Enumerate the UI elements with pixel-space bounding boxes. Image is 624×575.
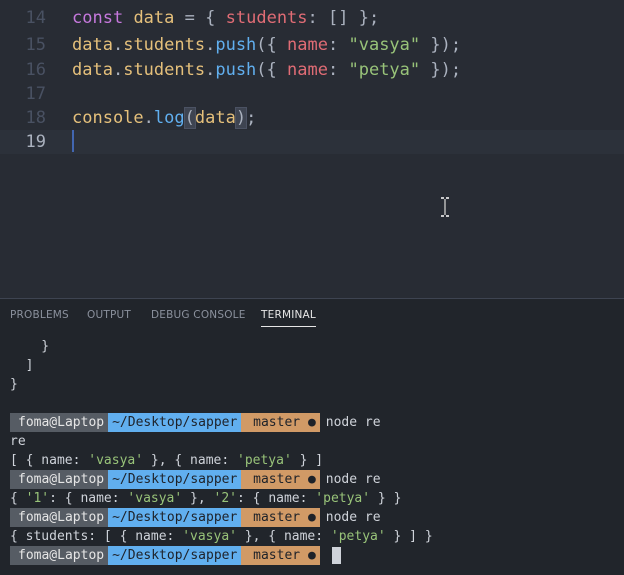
dirty-indicator: ● xyxy=(307,548,316,563)
line-number: 17 xyxy=(25,84,46,104)
terminal-prompt: foma@Laptop ~/Desktop/sapper master ● node… xyxy=(10,413,381,432)
line-number: 19 xyxy=(25,132,46,152)
code-text: data.students.push({ name: "petya" }); xyxy=(72,60,462,80)
dirty-indicator: ● xyxy=(307,472,316,487)
dirty-indicator: ● xyxy=(307,510,316,525)
line-number: 15 xyxy=(25,35,46,55)
code-text: const data = { students: [] }; xyxy=(72,8,380,28)
terminal-output-text: { '1': { name: 'vasya' }, '2': { name: '… xyxy=(10,491,402,506)
terminal-command: node re xyxy=(325,510,381,525)
terminal-output: [ { name: 'vasya' }, { name: 'petya' } ] xyxy=(10,451,323,470)
code-line-17: 17 xyxy=(0,82,624,106)
ibeam-cursor-icon xyxy=(441,197,449,217)
prompt-user: foma@Laptop xyxy=(10,508,109,527)
prompt-user: foma@Laptop xyxy=(10,546,109,565)
tab-problems[interactable]: PROBLEMS xyxy=(10,309,69,326)
terminal-command: node re xyxy=(325,415,381,430)
bracket-match-highlight: ) xyxy=(234,107,248,129)
prompt-git-branch: master ● xyxy=(241,413,320,432)
code-line-19: 19 xyxy=(0,130,624,154)
line-number: 18 xyxy=(25,108,46,128)
code-text: console.log(data); xyxy=(72,107,257,129)
tab-output[interactable]: OUTPUT xyxy=(87,309,131,326)
terminal-output-text: [ { name: 'vasya' }, { name: 'petya' } ] xyxy=(10,453,324,468)
terminal-command: node re xyxy=(325,472,381,487)
bottom-panel: PROBLEMS OUTPUT DEBUG CONSOLE TERMINAL }… xyxy=(0,298,624,575)
terminal-prompt: foma@Laptop ~/Desktop/sapper master ● node… xyxy=(10,470,381,489)
terminal-prompt: foma@Laptop ~/Desktop/sapper master ● node… xyxy=(10,508,381,527)
prompt-git-branch: master ● xyxy=(241,546,320,565)
code-line-15: 15 data.students.push({ name: "vasya" })… xyxy=(0,33,624,57)
panel-tabs: PROBLEMS OUTPUT DEBUG CONSOLE TERMINAL xyxy=(0,299,624,335)
code-line-14: 14 const data = { students: [] }; xyxy=(0,6,624,30)
tab-terminal[interactable]: TERMINAL xyxy=(261,309,316,327)
terminal-cursor xyxy=(331,547,341,564)
text-cursor xyxy=(72,130,74,152)
terminal-prompt: foma@Laptop ~/Desktop/sapper master ● xyxy=(10,546,341,565)
dirty-indicator: ● xyxy=(307,415,316,430)
terminal-line: ] xyxy=(10,358,34,373)
terminal-output-text: { students: [ { name: 'vasya' }, { name:… xyxy=(10,529,433,544)
terminal-line: } xyxy=(10,377,18,392)
terminal-output: re xyxy=(10,434,26,449)
prompt-path: ~/Desktop/sapper xyxy=(108,508,242,527)
line-number: 16 xyxy=(25,60,46,80)
code-editor[interactable]: 14 const data = { students: [] }; 15 dat… xyxy=(0,0,624,298)
prompt-path: ~/Desktop/sapper xyxy=(108,413,242,432)
code-line-18: 18 console.log(data); xyxy=(0,106,624,130)
terminal-output: { students: [ { name: 'vasya' }, { name:… xyxy=(10,527,433,546)
prompt-path: ~/Desktop/sapper xyxy=(108,546,242,565)
code-text: data.students.push({ name: "vasya" }); xyxy=(72,35,462,55)
terminal-output: { '1': { name: 'vasya' }, '2': { name: '… xyxy=(10,489,401,508)
code-line-16: 16 data.students.push({ name: "petya" })… xyxy=(0,58,624,82)
prompt-git-branch: master ● xyxy=(241,508,320,527)
prompt-arrow-icon xyxy=(320,548,326,563)
line-number: 14 xyxy=(25,8,46,28)
prompt-git-branch: master ● xyxy=(241,470,320,489)
bracket-match-highlight: ( xyxy=(183,107,196,129)
terminal-line: } xyxy=(10,339,50,354)
prompt-user: foma@Laptop xyxy=(10,470,109,489)
prompt-path: ~/Desktop/sapper xyxy=(108,470,242,489)
tab-debug-console[interactable]: DEBUG CONSOLE xyxy=(151,309,246,326)
prompt-user: foma@Laptop xyxy=(10,413,109,432)
